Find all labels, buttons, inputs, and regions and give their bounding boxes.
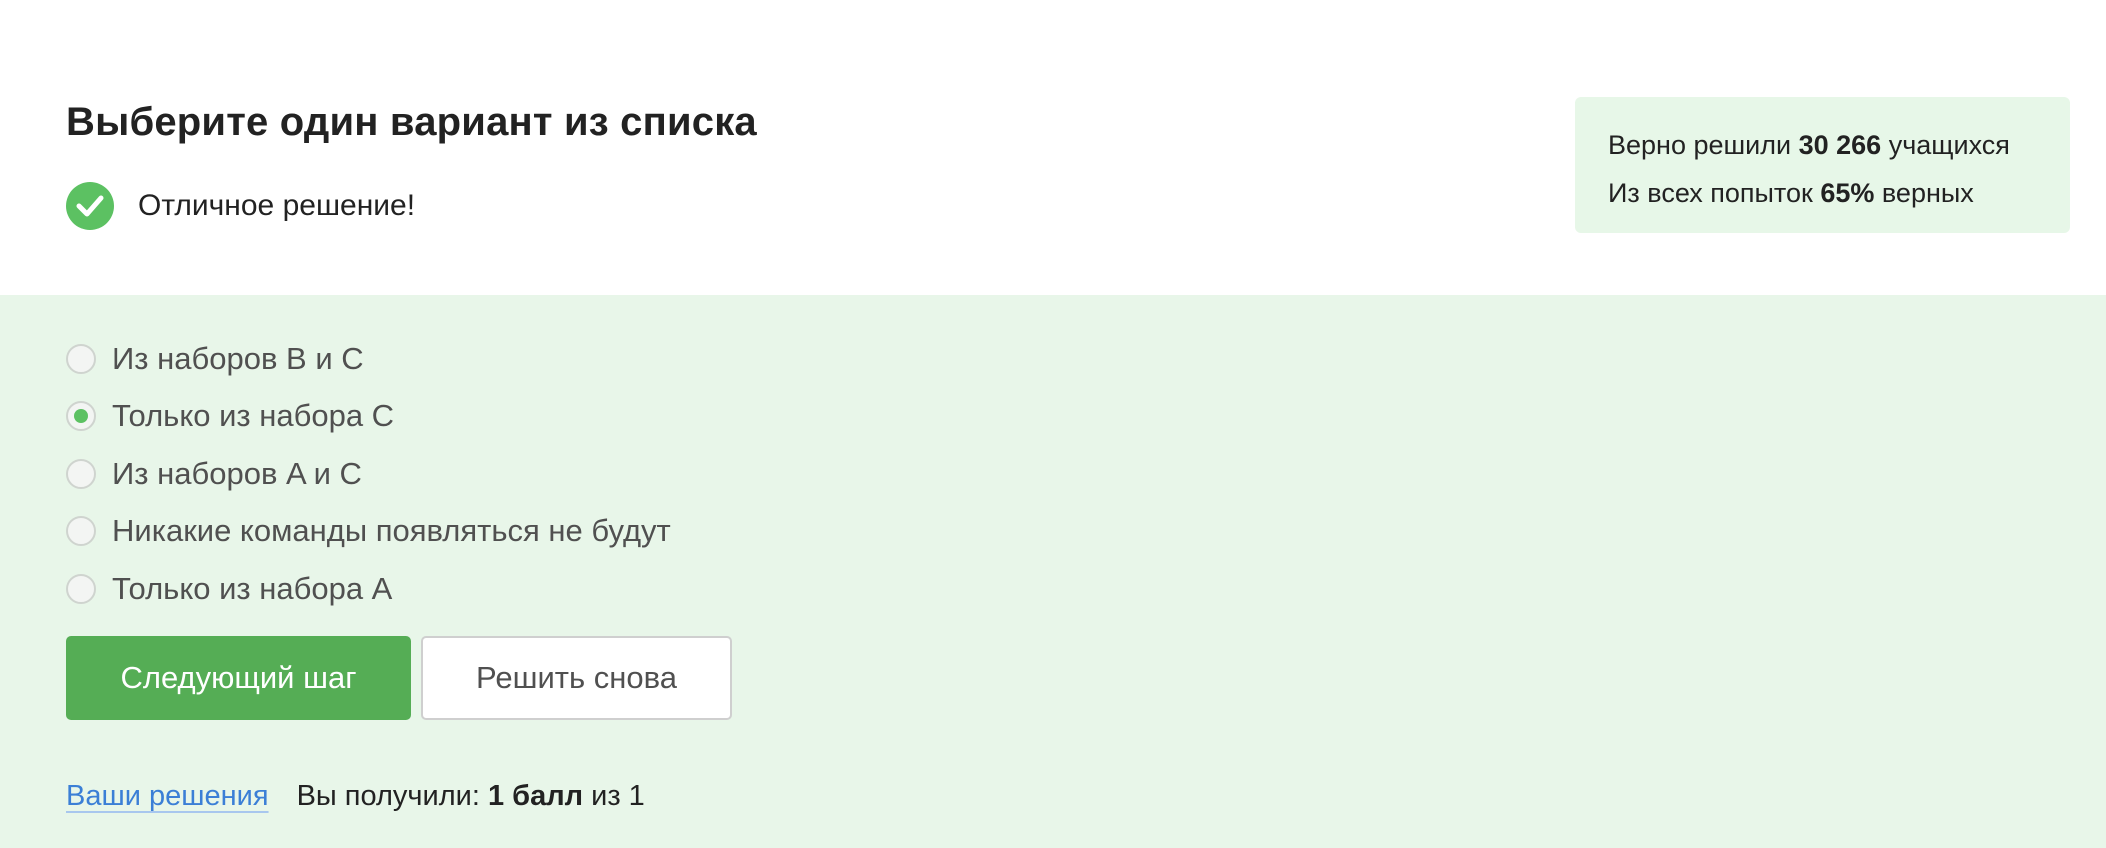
attempts-stat: Из всех попыток 65% верных (1608, 169, 2070, 217)
option-item[interactable]: Никакие команды появляться не будут (66, 503, 671, 561)
feedback-message: Отличное решение! (66, 182, 415, 230)
radio-button[interactable] (66, 458, 96, 489)
option-item[interactable]: Только из набора C (66, 388, 671, 446)
option-label[interactable]: Никакие команды появляться не будут (112, 513, 671, 549)
option-label[interactable]: Только из набора C (112, 398, 394, 434)
result-footer: Ваши решения Вы получили: 1 балл из 1 (66, 780, 645, 813)
option-item[interactable]: Из наборов A и C (66, 445, 671, 503)
page-title: Выберите один вариант из списка (66, 100, 757, 144)
score-text: Вы получили: 1 балл из 1 (297, 780, 645, 813)
feedback-text: Отличное решение! (138, 189, 416, 222)
checkmark-icon (66, 182, 114, 230)
attempts-prefix: Из всех попыток (1608, 178, 1813, 208)
option-item[interactable]: Из наборов B и C (66, 330, 671, 388)
option-label[interactable]: Из наборов A и C (112, 456, 362, 492)
option-item[interactable]: Только из набора A (66, 560, 671, 618)
next-step-button[interactable]: Следующий шаг (66, 636, 411, 720)
option-label[interactable]: Только из набора A (112, 571, 392, 607)
stats-panel: Верно решили 30 266 учащихся Из всех поп… (1575, 97, 2070, 233)
action-buttons: Следующий шаг Решить снова (66, 636, 732, 720)
retry-button[interactable]: Решить снова (421, 636, 732, 720)
option-label[interactable]: Из наборов B и C (112, 341, 364, 377)
options-list: Из наборов B и C Только из набора C Из н… (66, 330, 671, 618)
score-suffix: из 1 (591, 780, 645, 812)
radio-selected-dot (74, 409, 88, 424)
radio-button[interactable] (66, 516, 96, 547)
your-solutions-link[interactable]: Ваши решения (66, 780, 269, 813)
quiz-step-page: Выберите один вариант из списка Отличное… (0, 0, 2106, 848)
score-prefix: Вы получили: (296, 780, 480, 812)
solved-prefix: Верно решили (1608, 130, 1792, 160)
question-header-section: Выберите один вариант из списка Отличное… (0, 0, 2106, 295)
answer-section: Из наборов B и C Только из набора C Из н… (0, 295, 2106, 848)
solved-suffix: учащихся (1888, 130, 2010, 160)
solved-stat: Верно решили 30 266 учащихся (1608, 121, 2070, 169)
attempts-percent: 65% (1820, 178, 1875, 208)
radio-button[interactable] (66, 343, 96, 374)
radio-button[interactable] (66, 573, 96, 604)
solved-count: 30 266 (1798, 130, 1882, 160)
radio-button-selected[interactable] (66, 401, 96, 432)
attempts-suffix: верных (1881, 178, 1974, 208)
score-value: 1 балл (487, 780, 584, 812)
